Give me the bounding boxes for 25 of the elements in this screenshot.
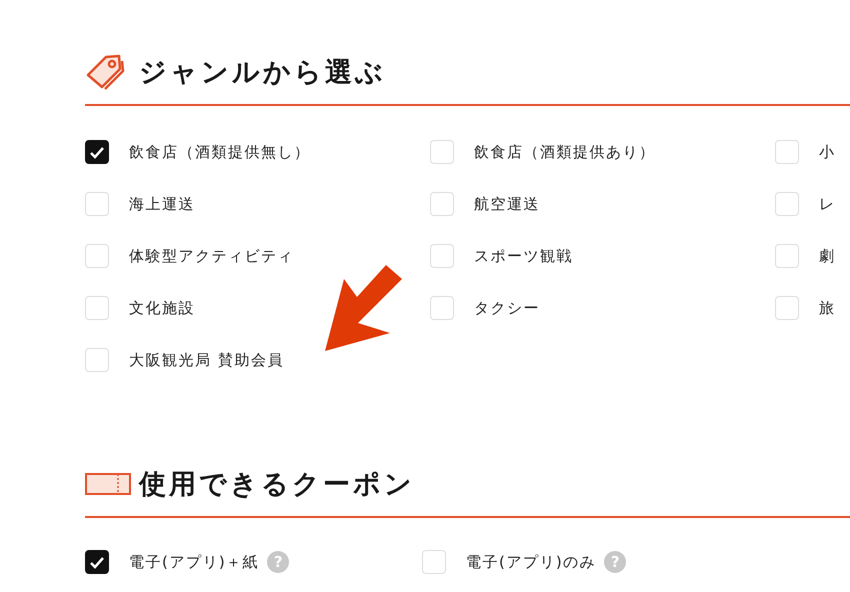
option-label: 旅 — [819, 298, 836, 318]
option-label: 電子(アプリ)のみ — [466, 552, 596, 572]
checkbox[interactable] — [85, 550, 109, 574]
option-label: タクシー — [474, 298, 540, 318]
option-label: 飲食店（酒類提供あり） — [474, 142, 656, 162]
option-label: 大阪観光局 賛助会員 — [129, 350, 284, 370]
option-label: 体験型アクティビティ — [129, 246, 294, 266]
option-label: 海上運送 — [129, 194, 195, 214]
option-label: 劇 — [819, 246, 836, 266]
checkbox[interactable] — [85, 140, 109, 164]
option-label: 小 — [819, 142, 836, 162]
check-icon — [89, 146, 105, 158]
option-label: レ — [819, 194, 836, 214]
option-label: 電子(アプリ)＋紙 — [129, 552, 260, 572]
option-label: 文化施設 — [129, 298, 195, 318]
option-label: 飲食店（酒類提供無し） — [129, 142, 310, 162]
help-icon[interactable]: ? — [267, 551, 290, 573]
section-title: 使用できるクーポン — [139, 468, 415, 502]
help-icon[interactable]: ? — [604, 551, 626, 573]
ticket-icon — [85, 472, 131, 496]
option-label: スポーツ観戦 — [474, 246, 573, 266]
section-title: ジャンルから選ぶ — [139, 56, 386, 90]
option-label: 航空運送 — [474, 194, 540, 214]
tag-icon — [85, 53, 125, 91]
check-icon — [89, 556, 105, 568]
